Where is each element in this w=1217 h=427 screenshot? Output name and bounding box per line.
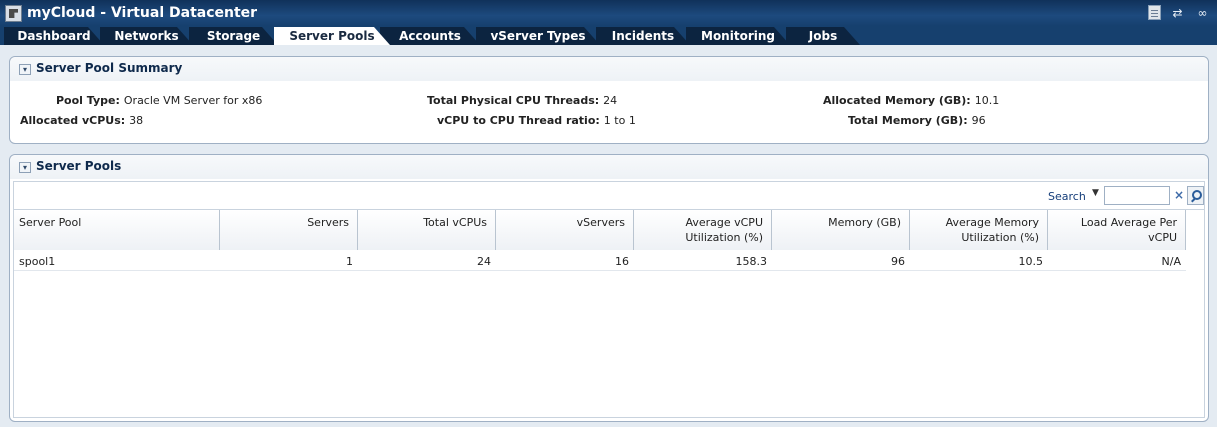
- main-tab-bar: Dashboard Networks Storage vServer Types…: [0, 26, 1217, 45]
- tab-label: Server Pools: [289, 29, 375, 43]
- table-header: Server Pool Servers Total vCPUs vServers…: [14, 210, 1186, 250]
- allocated-memory-field: Allocated Memory (GB): 10.1: [823, 94, 999, 107]
- column-header-vservers[interactable]: vServers: [496, 210, 634, 250]
- cell-memory: 96: [891, 255, 905, 268]
- field-value: Oracle VM Server for x86: [123, 94, 263, 107]
- collapse-icon[interactable]: ▾: [19, 64, 31, 75]
- field-value: 96: [971, 114, 986, 127]
- panel-header: ▾ Server Pool Summary: [10, 57, 1208, 81]
- cell-avg-vcpu-util: 158.3: [735, 255, 768, 268]
- tab-label: Accounts: [399, 29, 461, 43]
- tab-dashboard[interactable]: Dashboard: [4, 27, 104, 45]
- document-icon[interactable]: [1148, 5, 1161, 20]
- field-label: Total Physical CPU Threads:: [427, 94, 600, 107]
- cell-servers: 1: [346, 255, 353, 268]
- tab-server-pools[interactable]: Server Pools: [274, 27, 390, 45]
- tab-label: Monitoring: [701, 29, 775, 43]
- tab-vserver-types[interactable]: vServer Types: [476, 27, 600, 45]
- search-label[interactable]: Search: [1048, 190, 1086, 203]
- panel-title: Server Pools: [36, 159, 122, 173]
- tab-label: Dashboard: [17, 29, 91, 43]
- tab-incidents[interactable]: Incidents: [596, 27, 690, 45]
- link-icon[interactable]: ∞: [1194, 4, 1211, 21]
- refresh-icon[interactable]: ⇄: [1169, 4, 1186, 21]
- tab-networks[interactable]: Networks: [100, 27, 193, 45]
- pool-type-field: Pool Type: Oracle VM Server for x86: [56, 94, 262, 107]
- search-icon[interactable]: [1187, 186, 1204, 205]
- vcpu-ratio-field: vCPU to CPU Thread ratio: 1 to 1: [437, 114, 636, 127]
- cell-vservers: 16: [615, 255, 629, 268]
- field-label: Allocated vCPUs:: [20, 114, 126, 127]
- search-input[interactable]: [1104, 186, 1170, 205]
- panel-header: ▾ Server Pools: [10, 155, 1208, 179]
- column-header-load-average[interactable]: Load Average Per vCPU: [1048, 210, 1186, 250]
- field-label: Total Memory (GB):: [848, 114, 968, 127]
- allocated-vcpus-field: Allocated vCPUs: 38: [20, 114, 143, 127]
- title-bar-actions: ⇄ ∞: [1148, 4, 1211, 21]
- tab-accounts[interactable]: Accounts: [380, 27, 480, 45]
- column-header-total-vcpus[interactable]: Total vCPUs: [358, 210, 496, 250]
- field-label: vCPU to CPU Thread ratio:: [437, 114, 600, 127]
- tab-monitoring[interactable]: Monitoring: [686, 27, 790, 45]
- column-header-servers[interactable]: Servers: [220, 210, 358, 250]
- column-header-memory[interactable]: Memory (GB): [772, 210, 910, 250]
- total-memory-field: Total Memory (GB): 96: [848, 114, 986, 127]
- column-header-server-pool[interactable]: Server Pool: [14, 210, 220, 250]
- tab-label: Storage: [206, 29, 261, 43]
- panel-title: Server Pool Summary: [36, 61, 183, 75]
- table-row[interactable]: spool1 1 24 16 158.3 96 10.5 N/A: [14, 251, 1186, 271]
- table-toolbar: Search ▼ ×: [13, 181, 1205, 209]
- tab-label: Networks: [114, 29, 179, 43]
- table-body: spool1 1 24 16 158.3 96 10.5 N/A: [14, 251, 1186, 271]
- tab-jobs[interactable]: Jobs: [786, 27, 860, 45]
- tab-label: Jobs: [808, 29, 838, 43]
- cell-load-average: N/A: [1161, 255, 1181, 268]
- field-value: 1 to 1: [603, 114, 636, 127]
- column-header-avg-vcpu-util[interactable]: Average vCPU Utilization (%): [634, 210, 772, 250]
- field-value: 38: [129, 114, 144, 127]
- cell-avg-memory-util: 10.5: [1018, 255, 1044, 268]
- window-title: myCloud - Virtual Datacenter: [27, 5, 258, 21]
- server-pools-panel: ▾ Server Pools Search ▼ × Server Pool Se…: [9, 154, 1209, 422]
- search-dropdown-icon[interactable]: ▼: [1092, 188, 1099, 198]
- field-value: 10.1: [974, 94, 1000, 107]
- field-label: Pool Type:: [56, 94, 120, 107]
- clear-search-icon[interactable]: ×: [1171, 186, 1187, 205]
- server-pool-summary-panel: ▾ Server Pool Summary Pool Type: Oracle V…: [9, 56, 1209, 144]
- app-logo-icon: [5, 5, 22, 22]
- title-bar: myCloud - Virtual Datacenter ⇄ ∞: [0, 0, 1217, 26]
- cpu-threads-field: Total Physical CPU Threads: 24: [427, 94, 617, 107]
- field-label: Allocated Memory (GB):: [823, 94, 971, 107]
- tab-storage[interactable]: Storage: [189, 27, 278, 45]
- field-value: 24: [603, 94, 618, 107]
- cell-total-vcpus: 24: [477, 255, 491, 268]
- collapse-icon[interactable]: ▾: [19, 162, 31, 173]
- tab-label: Incidents: [611, 29, 675, 43]
- tab-label: vServer Types: [490, 29, 586, 43]
- server-pools-table: Server Pool Servers Total vCPUs vServers…: [13, 209, 1205, 418]
- cell-server-pool: spool1: [19, 255, 56, 268]
- column-header-avg-memory-util[interactable]: Average Memory Utilization (%): [910, 210, 1048, 250]
